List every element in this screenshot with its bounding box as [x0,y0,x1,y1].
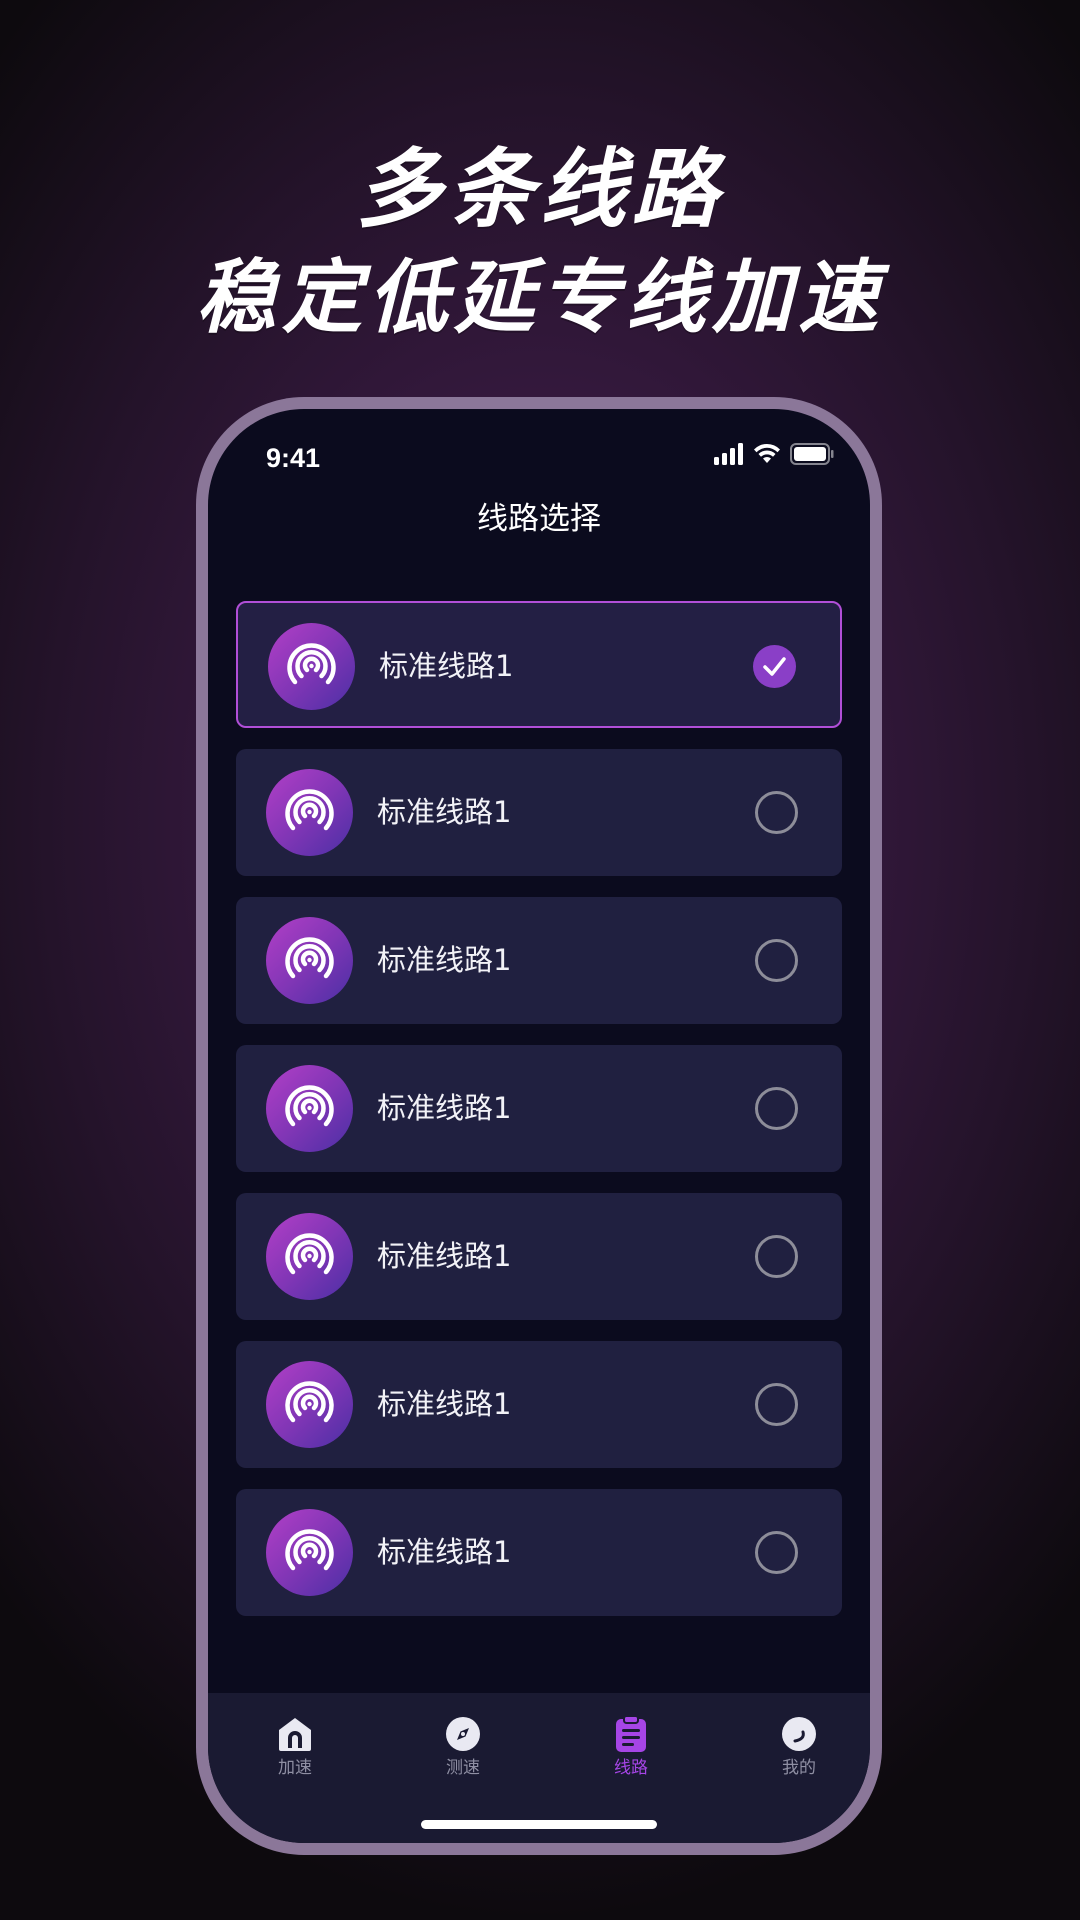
broadcast-icon [285,1233,334,1275]
route-list: 标准线路1 标准线路1 标准线路1 标准线路1 标准线路1 标准线路1 标准线路1 [236,601,842,1637]
route-avatar [266,1213,353,1300]
route-item[interactable]: 标准线路1 [236,1341,842,1468]
route-label: 标准线路1 [379,649,514,683]
tab-accelerate[interactable]: 加速 [235,1715,355,1785]
route-label: 标准线路1 [377,795,512,829]
route-item[interactable]: 标准线路1 [236,897,842,1024]
route-item[interactable]: 标准线路1 [236,1489,842,1616]
radio-unchecked-icon[interactable] [755,791,798,834]
route-label: 标准线路1 [377,1535,512,1569]
radio-unchecked-icon[interactable] [755,1383,798,1426]
broadcast-icon [285,937,334,979]
profile-icon [782,1717,816,1751]
route-item[interactable]: 标准线路1 [236,749,842,876]
status-icons [714,441,844,467]
route-label: 标准线路1 [377,1091,512,1125]
signal-icon [714,443,743,465]
wifi-icon [754,443,780,463]
route-label: 标准线路1 [377,1239,512,1273]
status-bar: 9:41 [208,409,870,489]
home-indicator [421,1820,657,1829]
battery-icon [790,443,834,465]
radio-unchecked-icon[interactable] [755,939,798,982]
tab-label: 测速 [446,1758,480,1778]
route-label: 标准线路1 [377,1387,512,1421]
route-avatar [266,1361,353,1448]
broadcast-icon [285,1529,334,1571]
route-item[interactable]: 标准线路1 [236,1045,842,1172]
status-time: 9:41 [266,443,321,473]
broadcast-icon [285,1381,334,1423]
clipboard-list-icon [616,1715,646,1752]
route-label: 标准线路1 [377,943,512,977]
page-title: 线路选择 [477,501,601,537]
route-avatar [266,1509,353,1596]
route-avatar [266,1065,353,1152]
headline-title: 多条线路 [356,140,724,240]
phone-screen: 9:41 线路选择 标准线路1 标准线路1 标准线路1 标准线路1 标准线路1 … [208,409,870,1843]
route-avatar [266,917,353,1004]
route-item[interactable]: 标准线路1 [236,601,842,728]
radio-unchecked-icon[interactable] [755,1087,798,1130]
headline-subtitle: 稳定低延专线加速 [196,251,884,344]
radio-unchecked-icon[interactable] [755,1235,798,1278]
route-avatar [266,769,353,856]
broadcast-icon [285,789,334,831]
check-icon [763,657,786,676]
compass-icon [446,1717,480,1751]
broadcast-icon [285,1085,334,1127]
radio-checked-icon[interactable] [753,645,796,688]
tab-label: 线路 [614,1758,648,1778]
broadcast-icon [287,643,336,685]
tab-routes[interactable]: 线路 [571,1715,691,1785]
tab-speedtest[interactable]: 测速 [403,1715,523,1785]
tab-label: 我的 [782,1758,816,1778]
radio-unchecked-icon[interactable] [755,1531,798,1574]
tab-profile[interactable]: 我的 [739,1715,859,1785]
home-icon [279,1718,311,1751]
phone-mockup: 9:41 线路选择 标准线路1 标准线路1 标准线路1 标准线路1 标准线路1 … [196,397,882,1855]
tab-label: 加速 [278,1758,312,1778]
route-avatar [268,623,355,710]
route-item[interactable]: 标准线路1 [236,1193,842,1320]
